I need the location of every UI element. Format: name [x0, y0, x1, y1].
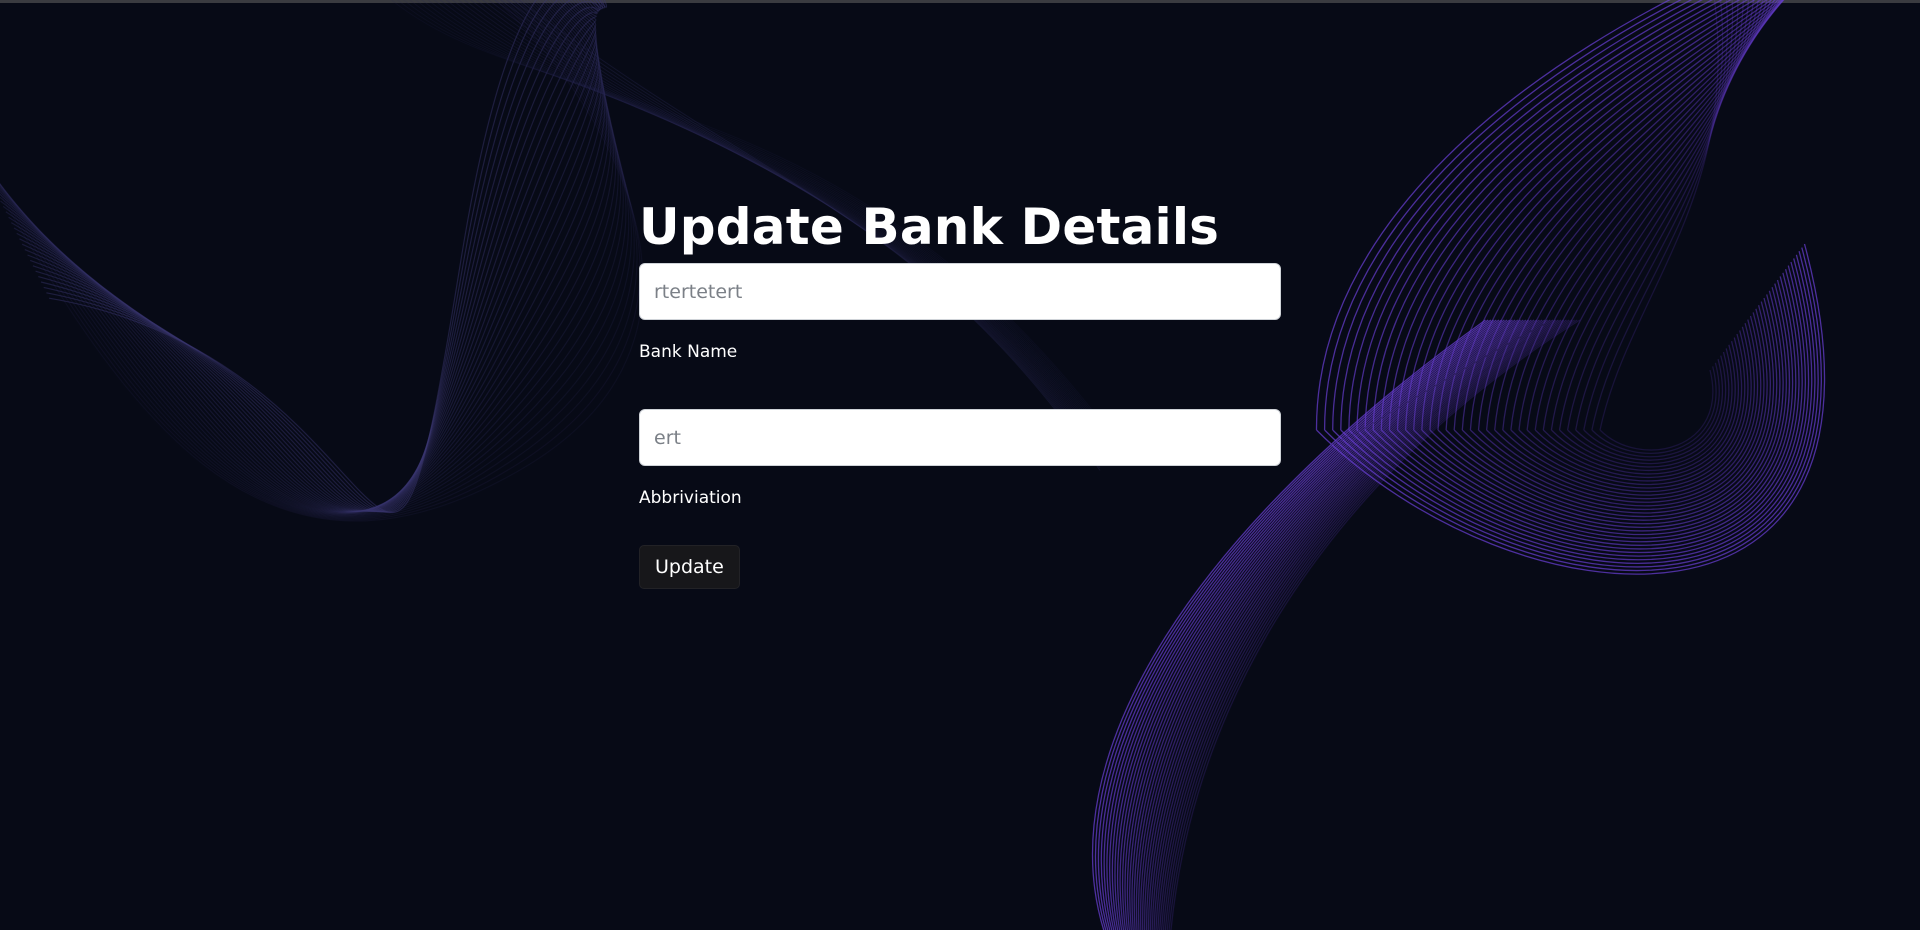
- abbreviation-label: Abbriviation: [639, 488, 742, 508]
- bank-name-input[interactable]: [639, 263, 1281, 320]
- abbreviation-input[interactable]: [639, 409, 1281, 466]
- update-bank-form: Update Bank Details Bank Name Abbriviati…: [639, 195, 1281, 589]
- update-button[interactable]: Update: [639, 545, 740, 589]
- page-title: Update Bank Details: [639, 198, 1220, 256]
- bank-name-label: Bank Name: [639, 342, 738, 362]
